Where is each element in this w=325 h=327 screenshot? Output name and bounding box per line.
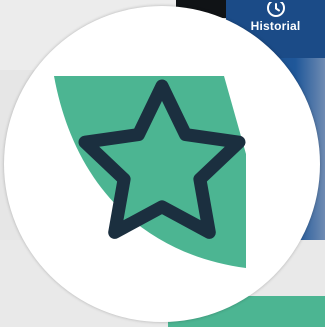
favorite-illustration: [54, 76, 246, 268]
favorite-badge[interactable]: [4, 6, 320, 322]
screen: Historial: [0, 0, 325, 327]
